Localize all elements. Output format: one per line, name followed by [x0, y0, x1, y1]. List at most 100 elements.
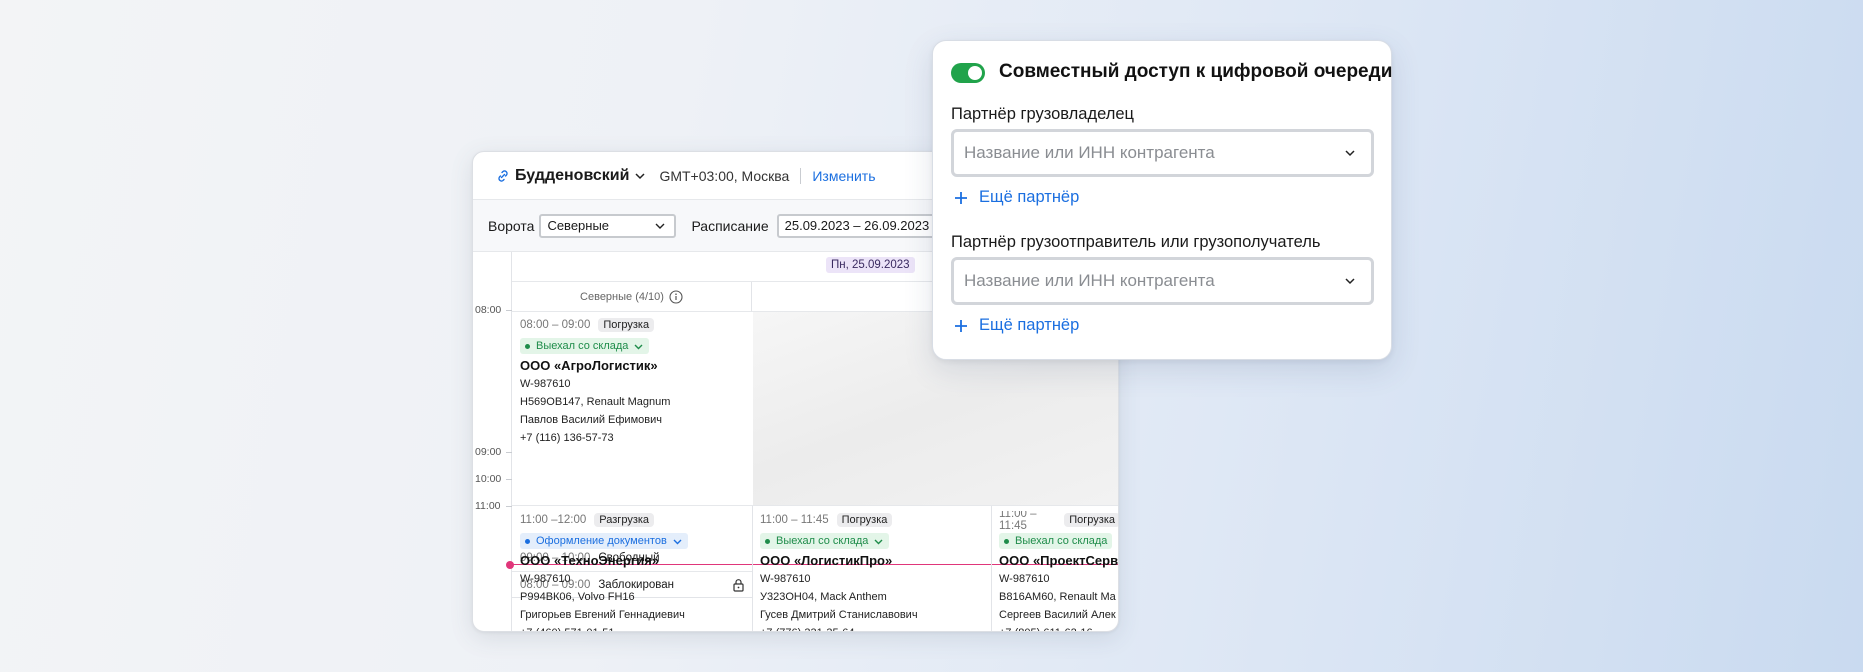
card-type-tag: Погрузка — [598, 318, 655, 332]
column-divider — [752, 505, 753, 631]
status-label: Выехал со склада — [1015, 535, 1108, 547]
add-partner-label: Ещё партнёр — [979, 316, 1080, 334]
info-icon[interactable] — [669, 289, 683, 304]
status-dot — [765, 538, 770, 544]
booking-card[interactable]: 11:00 – 11:45 Погрузка Выехал со склада … — [760, 511, 988, 631]
shared-access-popup: Совместный доступ к цифровой очереди Пар… — [932, 40, 1392, 360]
card-status-row: Оформление документов — [520, 532, 750, 550]
plus-icon — [953, 318, 969, 334]
column-divider — [991, 505, 992, 631]
owner-partner-select[interactable]: Название или ИНН контрагента — [951, 129, 1374, 177]
timezone-text: GMT+03:00, Москва — [659, 167, 790, 184]
column-header-north: Северные (4/10) — [512, 282, 752, 312]
status-label: Оформление документов — [536, 535, 667, 547]
chevron-down-icon — [633, 341, 644, 352]
date-range-input[interactable]: 25.09.2023 – 26.09.2023 — [776, 213, 947, 238]
phone: +7 (116) 136-57-73 — [520, 432, 614, 444]
driver: Гусев Дмитрий Станиславович — [760, 609, 918, 621]
chevron-down-icon[interactable] — [633, 169, 647, 183]
current-time-dot — [506, 561, 514, 569]
link-icon — [495, 168, 511, 184]
plus-icon — [953, 190, 969, 206]
time-tick — [506, 452, 512, 453]
gate-select-value: Северные — [547, 218, 610, 233]
gate-label: Ворота — [488, 217, 535, 234]
order-id: W-987610 — [520, 573, 571, 585]
vehicle: Р994ВК06, Volvo FH16 — [520, 591, 635, 603]
status-dropdown[interactable]: Оформление документов — [520, 533, 688, 549]
card-status-row: Выехал со склада — [760, 532, 988, 550]
status-label: Выехал со склада — [776, 535, 869, 547]
status-dot — [1004, 538, 1009, 544]
card-type-tag: Погрузка — [1064, 513, 1118, 527]
shipper-partner-label: Партнёр грузоотправитель или грузополуча… — [951, 233, 1321, 251]
status-dropdown[interactable]: Выехал со склада — [520, 338, 650, 354]
card-time-row: 08:00 – 09:00 Погрузка — [520, 316, 750, 334]
chevron-down-icon — [654, 220, 666, 232]
card-time-row: 11:00 – 11:45 Погрузка — [760, 511, 988, 529]
vehicle: У323ОН04, Mack Anthem — [760, 591, 887, 603]
driver: Григорьев Евгений Геннадиевич — [520, 609, 685, 621]
company-name: ООО «АгроЛогистик» — [520, 357, 658, 373]
time-label: 09:00 — [475, 446, 502, 458]
company-name: ООО «ЛогистикПро» — [760, 552, 893, 568]
card-time-row: 11:00 – 11:45 Погрузка — [999, 511, 1118, 532]
card-status-row: Выехал со склада — [999, 532, 1118, 550]
order-id: W-987610 — [999, 573, 1050, 585]
chevron-down-icon — [873, 536, 884, 547]
booking-card[interactable]: 11:00 – 11:45 Погрузка Выехал со склада … — [999, 511, 1119, 631]
change-timezone-link[interactable]: Изменить — [812, 168, 875, 184]
time-tick — [506, 506, 512, 507]
chevron-down-icon — [672, 536, 683, 547]
status-dot — [525, 538, 530, 544]
card-time: 08:00 – 09:00 — [520, 319, 591, 331]
status-dropdown[interactable]: Выехал со склада — [999, 533, 1113, 549]
card-time: 11:00 – 11:45 — [760, 514, 829, 526]
vehicle: Н569ОВ147, Renault Magnum — [520, 396, 671, 408]
time-column: 08:00 09:00 10:00 11:00 — [473, 252, 512, 631]
add-partner-label: Ещё партнёр — [979, 188, 1080, 206]
card-type-tag: Погрузка — [836, 513, 893, 527]
card-time: 11:00 – 11:45 — [999, 511, 1037, 532]
time-label: 08:00 — [475, 304, 502, 316]
booking-card[interactable]: 08:00 – 09:00 Погрузка Выехал со склада … — [520, 316, 750, 447]
booking-card[interactable]: 11:00 –12:00 Разгрузка Оформление докуме… — [520, 511, 750, 631]
shipper-partner-select[interactable]: Название или ИНН контрагента — [951, 257, 1374, 305]
schedule-label: Расписание — [691, 217, 769, 234]
column-title: Северные (4/10) — [580, 290, 664, 303]
status-label: Выехал со склада — [536, 340, 629, 352]
date-range-value: 25.09.2023 – 26.09.2023 — [784, 218, 930, 233]
chevron-down-icon — [1343, 274, 1357, 288]
company-name: ООО «ПроектСерви — [999, 552, 1119, 568]
phone: +7 (776) 331-35-64 — [760, 624, 988, 631]
time-tick — [506, 479, 512, 480]
location-selector[interactable]: Будденовский — [515, 167, 629, 185]
driver: Сергеев Василий Алек — [999, 609, 1116, 621]
owner-partner-placeholder: Название или ИНН контрагента — [964, 143, 1215, 162]
time-label: 11:00 — [475, 500, 501, 512]
order-id: W-987610 — [760, 573, 811, 585]
add-shipper-partner-button[interactable]: Ещё партнёр — [953, 316, 1079, 335]
divider — [800, 167, 802, 184]
status-dropdown[interactable]: Выехал со склада — [760, 533, 890, 549]
shipper-partner-placeholder: Название или ИНН контрагента — [964, 271, 1215, 290]
card-type-tag: Разгрузка — [594, 513, 655, 527]
add-owner-partner-button[interactable]: Ещё партнёр — [953, 188, 1079, 207]
card-time-row: 11:00 –12:00 Разгрузка — [520, 511, 750, 529]
shared-access-toggle[interactable] — [951, 63, 985, 83]
order-id: W-987610 — [520, 378, 571, 390]
toggle-knob — [968, 66, 982, 80]
status-dot — [525, 343, 530, 349]
phone: +7 (460) 571-01-51 — [520, 624, 750, 631]
chevron-down-icon — [1343, 146, 1357, 160]
card-status-row: Выехал со склада — [520, 337, 750, 355]
gate-select[interactable]: Северные — [539, 213, 677, 238]
card-time: 11:00 –12:00 — [520, 514, 587, 526]
phone: +7 (805) 611-62-16 — [999, 624, 1118, 631]
company-name: ООО «ТехноЭнергия» — [520, 552, 660, 568]
vehicle: В816АМ60, Renault Ma — [999, 591, 1116, 603]
popup-title: Совместный доступ к цифровой очереди — [999, 61, 1393, 82]
date-chip[interactable]: Пн, 25.09.2023 — [826, 257, 915, 273]
row-divider — [512, 505, 1118, 506]
time-label: 10:00 — [475, 473, 502, 485]
